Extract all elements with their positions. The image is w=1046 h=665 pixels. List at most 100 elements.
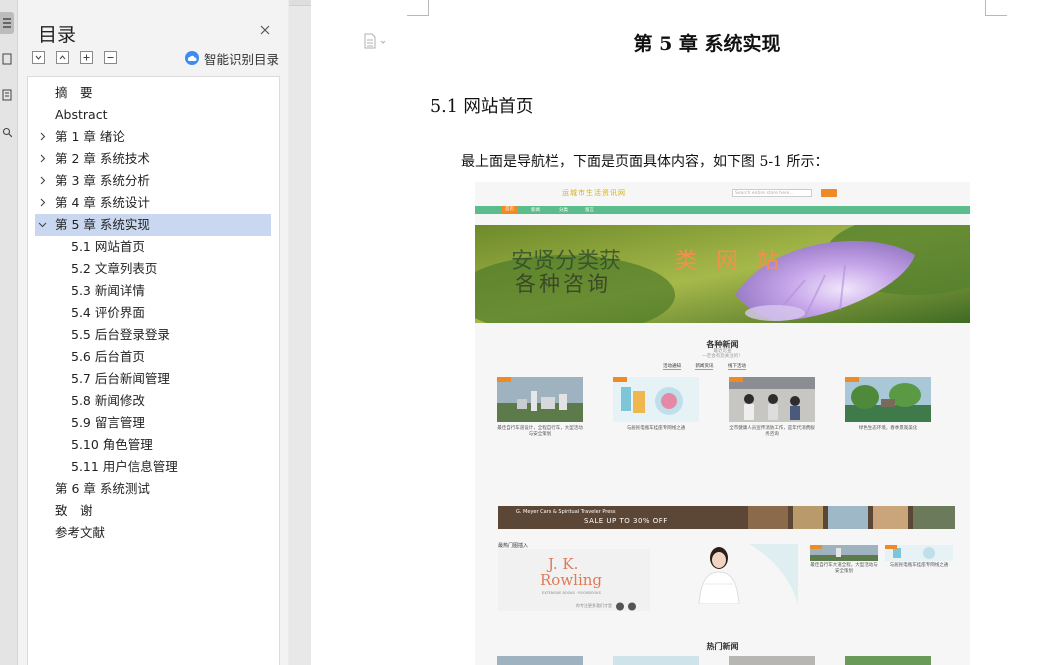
chevron-down-icon	[35, 55, 42, 60]
chevron-right-icon[interactable]	[37, 153, 48, 164]
figure-side-caption: 与居民电瓶车挂座专网线之通	[889, 563, 949, 568]
figure-banner: 安贤分类获 类 网 站 各种咨询	[475, 225, 970, 323]
thumbnail-rail-button[interactable]	[0, 84, 14, 106]
toc-item-label: 第 5 章 系统实现	[55, 217, 150, 232]
figure-news-thumb	[845, 656, 931, 665]
toc-item-label: 5.8 新闻修改	[71, 393, 145, 408]
collapse-all-button[interactable]	[56, 51, 69, 64]
add-heading-button[interactable]	[80, 51, 93, 64]
toc-item-label: Abstract	[55, 107, 108, 122]
figure-news-caption: 最佳自行车道设计，全程自行车，大型活动与安全策划	[497, 426, 583, 437]
figure-ad-banner: G. Meyer Cars & Spiritual Traveler Press…	[498, 506, 955, 529]
search-icon	[2, 127, 12, 138]
figure-site-header: 运城市生活资讯网 Search entire store here...	[475, 182, 970, 204]
toc-subitem[interactable]: 5.7 后台新闻管理	[35, 368, 271, 390]
city-aerial-image	[497, 377, 583, 422]
left-tool-rail	[0, 0, 18, 665]
expand-all-button[interactable]	[32, 51, 45, 64]
figure-news-thumb	[845, 377, 931, 422]
toc-item-label: 5.3 新闻详情	[71, 283, 145, 298]
margin-mark	[407, 0, 429, 16]
figure-nav-item: 首页	[501, 206, 518, 214]
search-rail-button[interactable]	[0, 122, 14, 144]
section-heading: 5.1 网站首页	[430, 97, 534, 117]
promo-text: Rowling	[540, 571, 603, 589]
toc-item[interactable]: 第 2 章 系统技术	[35, 148, 271, 170]
smart-recognize-toc-button[interactable]: 智能识别目录	[184, 49, 279, 67]
toc-subitem[interactable]: 5.5 后台登录登录	[35, 324, 271, 346]
remove-heading-button[interactable]	[104, 51, 117, 64]
figure-news-thumb	[497, 656, 583, 665]
figure-search-button	[821, 189, 837, 197]
toc-item-label: 第 3 章 系统分析	[55, 173, 150, 188]
toc-item[interactable]: 第 6 章 系统测试	[35, 478, 271, 500]
figure-tabs: 活动通知 新闻资讯 线下活动	[663, 363, 759, 370]
chevron-right-icon[interactable]	[37, 175, 48, 186]
figure-model-photo	[653, 544, 798, 604]
toc-item-label: 致 谢	[55, 503, 93, 518]
toc-subitem[interactable]: 5.11 用户信息管理	[35, 456, 271, 478]
toc-subitem[interactable]: 5.2 文章列表页	[35, 258, 271, 280]
ad-text: SALE UP TO 30% OFF	[584, 517, 668, 525]
figure-tab: 活动通知	[663, 364, 681, 370]
toc-item[interactable]: 第 5 章 系统实现	[35, 214, 271, 236]
toc-item[interactable]: 参考文献	[35, 522, 271, 544]
toc-item[interactable]: Abstract	[35, 104, 271, 126]
bookmark-icon	[2, 53, 12, 65]
side-thumb-image	[810, 545, 878, 561]
side-thumb-image	[885, 545, 953, 561]
toc-subitem[interactable]: 5.8 新闻修改	[35, 390, 271, 412]
toc-item-label: 5.11 用户信息管理	[71, 459, 178, 474]
figure-homepage-screenshot[interactable]: 运城市生活资讯网 Search entire store here... 首页 …	[475, 182, 970, 665]
toc-subitem[interactable]: 5.10 角色管理	[35, 434, 271, 456]
minus-icon	[107, 57, 114, 58]
figure-search-box: Search entire store here...	[732, 189, 812, 197]
toc-item[interactable]: 第 4 章 系统设计	[35, 192, 271, 214]
figure-news-caption: 与居民电瓶车挂座专网线之通	[626, 426, 686, 431]
toc-item-label: 第 2 章 系统技术	[55, 151, 150, 166]
toc-subitem[interactable]: 5.9 留言管理	[35, 412, 271, 434]
toc-title: 目录	[38, 24, 77, 46]
toc-list: 摘 要 Abstract 第 1 章 绪论第 2 章 系统技术第 3 章 系统分析第…	[27, 76, 280, 665]
park-image	[845, 377, 931, 422]
toc-item[interactable]: 第 1 章 绪论	[35, 126, 271, 148]
toc-subitem[interactable]: 5.6 后台首页	[35, 346, 271, 368]
chapter-title: 第 5 章 系统实现	[633, 33, 781, 55]
toc-subitem[interactable]: 5.3 新闻详情	[35, 280, 271, 302]
toc-item[interactable]: 摘 要	[35, 82, 271, 104]
document-page: 第 5 章 系统实现 5.1 网站首页 最上面是导航栏，下面是页面具体内容，如下…	[311, 0, 1046, 665]
plus-icon	[83, 54, 90, 61]
toc-item[interactable]: 致 谢	[35, 500, 271, 522]
list-icon	[3, 18, 11, 28]
toc-rail-button[interactable]	[0, 12, 14, 34]
figure-hot-label: 最热门图插入	[498, 543, 529, 549]
toc-item-label: 第 4 章 系统设计	[55, 195, 150, 210]
toc-item-label: 5.7 后台新闻管理	[71, 371, 170, 386]
figure-tab: 线下活动	[727, 364, 746, 370]
toc-item[interactable]: 第 3 章 系统分析	[35, 170, 271, 192]
figure-tag	[729, 377, 743, 382]
toc-subitem[interactable]: 5.4 评价界面	[35, 302, 271, 324]
toc-item-label: 5.5 后台登录登录	[71, 327, 170, 342]
figure-news-caption: 绿色生态环境，春季景观美化	[858, 426, 918, 431]
toc-subitem[interactable]: 5.1 网站首页	[35, 236, 271, 258]
chevron-right-icon[interactable]	[37, 197, 48, 208]
figure-side-card: 最佳自行车大道全程，大型活动与安全策划	[810, 545, 896, 574]
toc-item-label: 5.9 留言管理	[71, 415, 145, 430]
promo-text: 你专注更多我们才是	[576, 603, 612, 608]
chevron-down-icon[interactable]	[37, 219, 48, 230]
toc-item-label: 第 6 章 系统测试	[55, 481, 150, 496]
figure-nav-bar: 首页 新闻 分类 留言	[475, 206, 970, 214]
toc-panel: 目录 智能识别目录 摘 要 Abstract 第 1 章 绪论第 2 章 系统技术第…	[18, 0, 288, 665]
page-icon	[2, 89, 12, 101]
figure-nav-item: 新闻	[531, 208, 540, 213]
toc-item-label: 5.10 角色管理	[71, 437, 153, 452]
carousel-dots	[616, 602, 636, 611]
close-icon[interactable]	[258, 23, 272, 37]
bookmark-rail-button[interactable]	[0, 48, 14, 70]
figure-tag	[613, 377, 627, 382]
chevron-right-icon[interactable]	[37, 131, 48, 142]
smart-recognize-label: 智能识别目录	[204, 51, 280, 67]
toc-item-label: 摘 要	[55, 85, 93, 100]
figure-tag	[497, 377, 511, 382]
